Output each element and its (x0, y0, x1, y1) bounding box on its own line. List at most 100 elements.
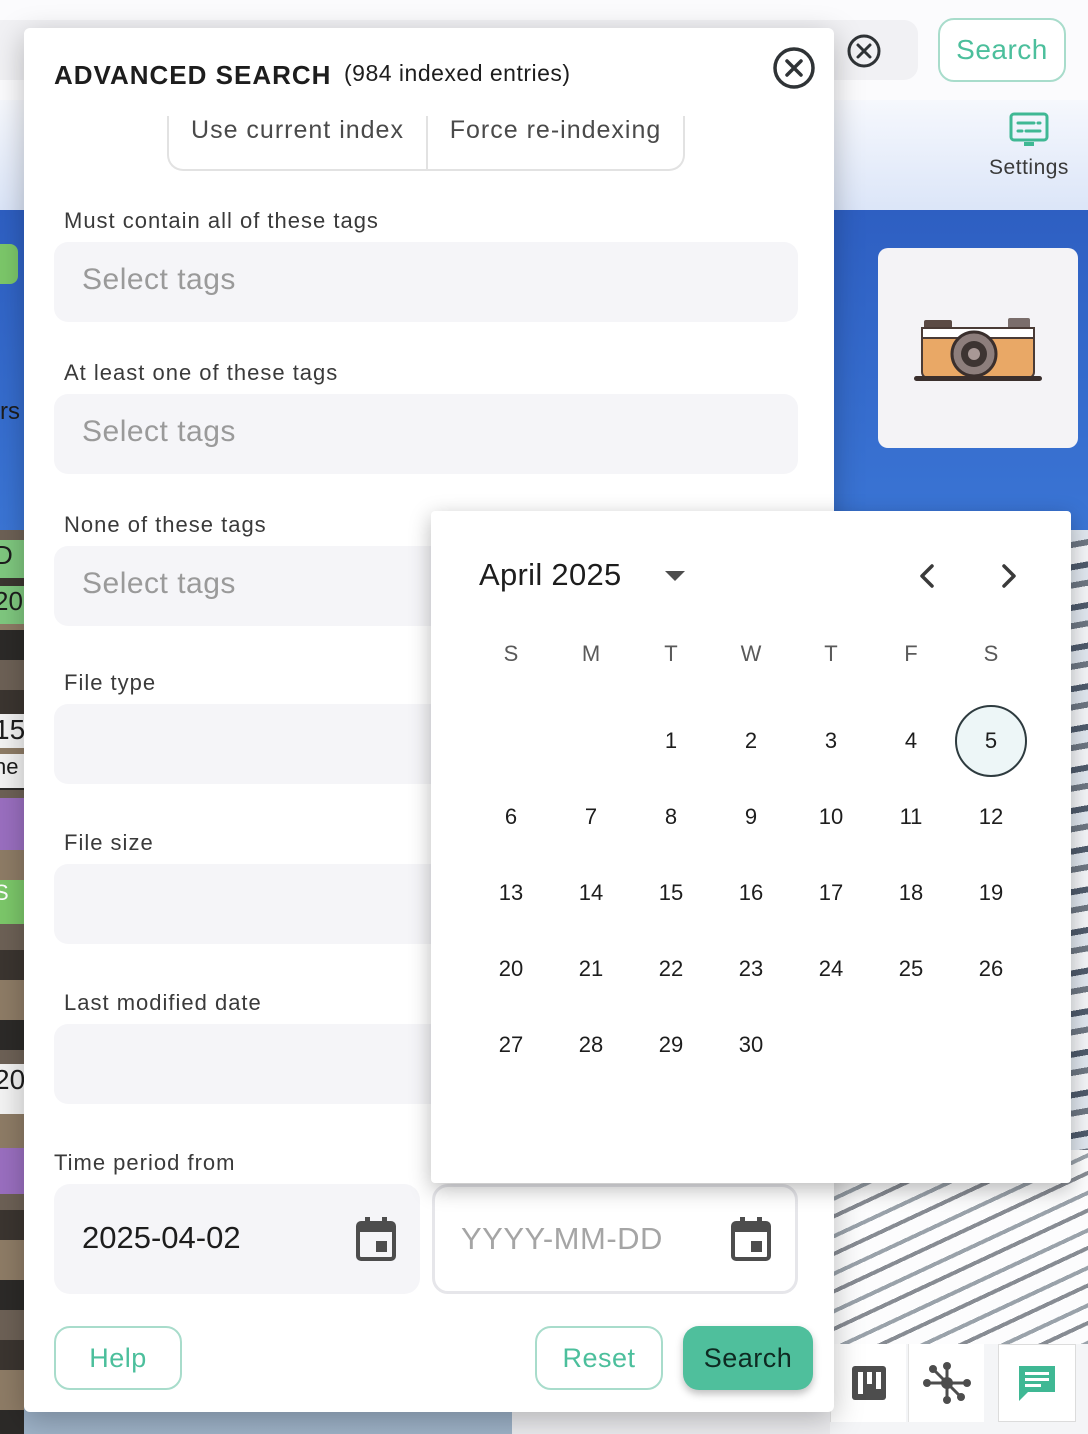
calendar-day-number: 1 (664, 728, 678, 753)
camera-icon (914, 318, 1042, 381)
calendar-day[interactable]: 15 (631, 855, 711, 931)
media-card[interactable] (878, 248, 1078, 448)
must-contain-tags-input[interactable]: Select tags (54, 242, 798, 322)
calendar-day[interactable]: 2 (711, 703, 791, 779)
month-year-label[interactable]: April 2025 (479, 557, 622, 593)
calendar-day[interactable]: 18 (871, 855, 951, 931)
calendar-day[interactable]: 10 (791, 779, 871, 855)
help-button[interactable]: Help (54, 1326, 182, 1390)
weekday-label: W (740, 641, 762, 666)
calendar-day[interactable]: 22 (631, 931, 711, 1007)
calendar-day[interactable]: 21 (551, 931, 631, 1007)
graph-icon (922, 1362, 971, 1404)
calendar-day[interactable]: 26 (951, 931, 1031, 1007)
time-period-label: Time period from (54, 1150, 236, 1175)
calendar-day[interactable]: 25 (871, 931, 951, 1007)
chat-button[interactable] (998, 1344, 1076, 1422)
calendar-day-number: 15 (658, 880, 684, 905)
close-icon[interactable] (772, 46, 816, 90)
calendar-day[interactable]: 20 (471, 931, 551, 1007)
settings-label: Settings (989, 156, 1069, 179)
calendar-day-number: 28 (578, 1032, 604, 1057)
calendar-day-number: 4 (904, 728, 918, 753)
calendar-day[interactable]: 28 (551, 1007, 631, 1083)
side-fragment: S (0, 880, 24, 924)
must-contain-label: Must contain all of these tags (64, 208, 379, 233)
calendar-day[interactable]: 17 (791, 855, 871, 931)
calendar-day-number: 22 (658, 956, 684, 981)
date-to-field[interactable]: YYYY-MM-DD (432, 1184, 798, 1294)
side-fragment: D (0, 540, 24, 578)
calendar-day-number: 21 (578, 956, 604, 981)
calendar-day-number: 20 (498, 956, 524, 981)
none-of-label: None of these tags (64, 512, 267, 537)
weekday-label: M (581, 641, 601, 666)
calendar-day[interactable]: 9 (711, 779, 791, 855)
search-button[interactable]: Search (683, 1326, 813, 1390)
calendar-day[interactable]: 19 (951, 855, 1031, 931)
calendar-day-number: 18 (898, 880, 924, 905)
calendar-day[interactable]: 30 (711, 1007, 791, 1083)
dialog-title: ADVANCED SEARCH (54, 60, 332, 90)
weekday-label: F (904, 641, 918, 666)
calendar-day[interactable]: 23 (711, 931, 791, 1007)
calendar-day[interactable]: 13 (471, 855, 551, 931)
reset-button[interactable]: Reset (535, 1326, 663, 1390)
calendar-day[interactable]: 4 (871, 703, 951, 779)
calendar-day[interactable]: 6 (471, 779, 551, 855)
calendar-day[interactable]: 12 (951, 779, 1031, 855)
at-least-one-label: At least one of these tags (64, 360, 339, 385)
empty-day-cell (551, 703, 631, 779)
clear-search-icon[interactable] (846, 33, 882, 69)
at-least-one-tags-input[interactable]: Select tags (54, 394, 798, 474)
side-fragment: 15 (0, 714, 24, 748)
empty-day-cell (471, 703, 551, 779)
top-search-button[interactable]: Search (938, 18, 1066, 82)
calendar-day[interactable]: 1 (631, 703, 711, 779)
caret-down-icon[interactable] (663, 569, 687, 583)
calendar-icon[interactable] (356, 1217, 396, 1261)
date-from-field[interactable]: 2025-04-02 (54, 1184, 420, 1294)
calendar-day-number: 12 (978, 804, 1004, 829)
use-current-index-option[interactable]: Use current index (169, 116, 428, 169)
file-size-label: File size (64, 830, 154, 855)
side-fragment: 20 (0, 1064, 24, 1114)
calendar-day-number: 24 (818, 956, 844, 981)
force-reindexing-option[interactable]: Force re-indexing (428, 116, 683, 169)
calendar-day-number: 3 (824, 728, 838, 753)
date-picker-popup: April 2025 SMTWTFS 1 2 3 4 5 6 7 8 9 10 11 12 13 14 15… (431, 511, 1071, 1183)
weekday-label: T (824, 641, 838, 666)
calendar-day[interactable]: 3 (791, 703, 871, 779)
calendar-day[interactable]: 29 (631, 1007, 711, 1083)
calendar-icon[interactable] (731, 1217, 771, 1261)
calendar-day[interactable]: 8 (631, 779, 711, 855)
settings-icon (1009, 112, 1049, 146)
calendar-day-number: 2 (744, 728, 758, 753)
last-modified-label: Last modified date (64, 990, 262, 1015)
calendar-day-number: 14 (578, 880, 604, 905)
chevron-left-icon[interactable] (911, 559, 945, 593)
kanban-button[interactable] (830, 1344, 906, 1422)
calendar-day[interactable]: 5 (951, 703, 1031, 779)
must-contain-placeholder: Select tags (82, 263, 236, 296)
file-type-label: File type (64, 670, 157, 695)
calendar-day[interactable]: 14 (551, 855, 631, 931)
calendar-day[interactable]: 27 (471, 1007, 551, 1083)
calendar-day-number: 6 (504, 804, 518, 829)
calendar-day[interactable]: 16 (711, 855, 791, 931)
calendar-day-number: 11 (899, 804, 923, 829)
chevron-right-icon[interactable] (991, 559, 1025, 593)
settings-button[interactable]: Settings (980, 112, 1078, 202)
gallery-thumbnail[interactable] (1070, 530, 1088, 1150)
calendar-day-number: 13 (498, 880, 524, 905)
graph-button[interactable] (908, 1344, 984, 1422)
calendar-day[interactable]: 24 (791, 931, 871, 1007)
date-to-placeholder: YYYY-MM-DD (461, 1221, 663, 1256)
kanban-icon (851, 1366, 886, 1400)
calendar-day-number: 16 (738, 880, 764, 905)
calendar-day-number: 25 (898, 956, 924, 981)
gallery-thumbnails-left: D 20 15 ne S 20 (0, 530, 24, 1434)
calendar-day-number: 30 (738, 1032, 764, 1057)
calendar-day[interactable]: 11 (871, 779, 951, 855)
calendar-day[interactable]: 7 (551, 779, 631, 855)
